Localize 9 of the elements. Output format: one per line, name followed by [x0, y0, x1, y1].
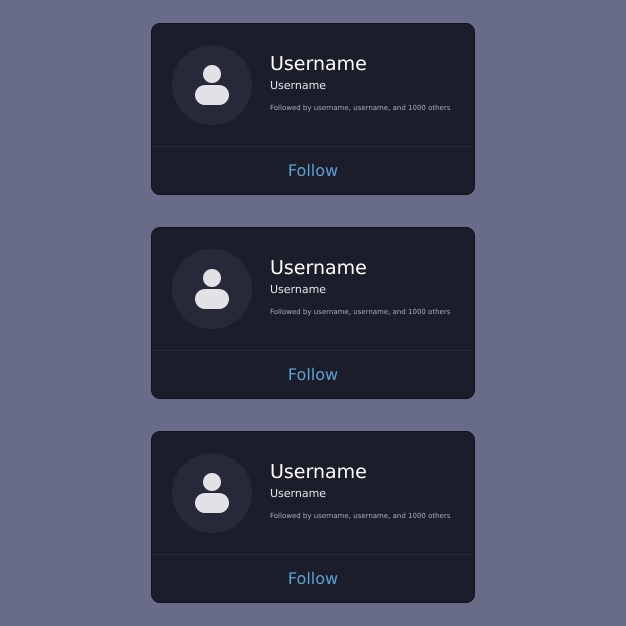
follow-button[interactable]: Follow — [282, 363, 344, 386]
follow-button[interactable]: Follow — [282, 159, 344, 182]
display-name: Username — [270, 460, 368, 482]
follow-button[interactable]: Follow — [282, 567, 344, 590]
display-name: Username — [270, 256, 368, 278]
username: Username — [270, 486, 328, 500]
username: Username — [270, 78, 328, 92]
display-name: Username — [270, 52, 368, 74]
username: Username — [270, 282, 328, 296]
